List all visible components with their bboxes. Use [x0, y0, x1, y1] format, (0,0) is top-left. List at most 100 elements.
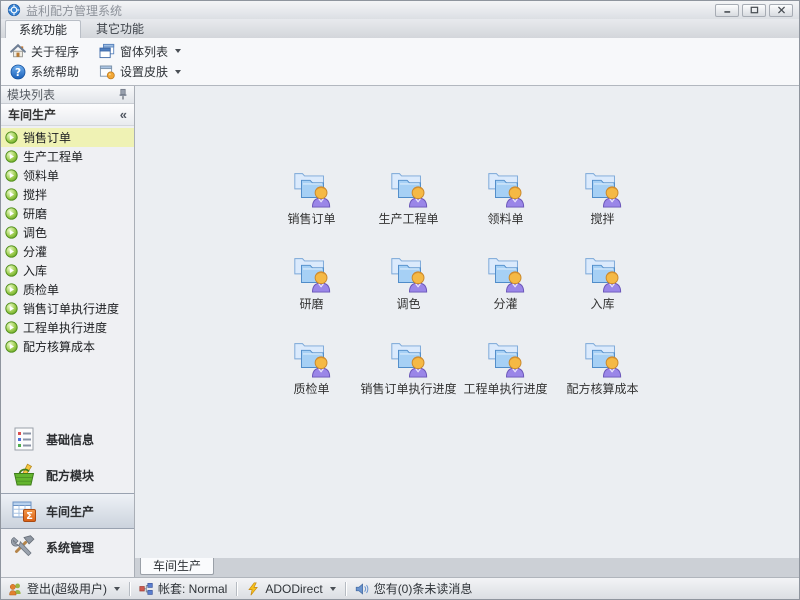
- sidebar-sections: 基础信息 配方模块 车间生产 系统管理: [1, 421, 134, 577]
- document-tabstrip: 车间生产: [135, 558, 799, 577]
- module-panel-header: 模块列表: [1, 86, 134, 104]
- module-mixing[interactable]: 搅拌: [554, 166, 651, 251]
- system-help-button[interactable]: 系统帮助: [6, 62, 83, 81]
- table-sigma-icon: [11, 498, 37, 524]
- sidebar-item-filling[interactable]: 分灌: [1, 242, 134, 261]
- logout-button[interactable]: 登出(超级用户): [8, 580, 120, 597]
- sidebar-spacer: [1, 356, 134, 421]
- window-title: 益利配方管理系统: [26, 2, 710, 19]
- go-icon: [5, 188, 18, 201]
- module-group-header: 车间生产 «: [1, 104, 134, 126]
- folder-user-icon: [289, 251, 335, 293]
- go-icon: [5, 150, 18, 163]
- titlebar: 益利配方管理系统: [1, 1, 799, 19]
- tab-system-functions[interactable]: 系统功能: [5, 20, 81, 38]
- sidebar-item-quality-check[interactable]: 质检单: [1, 280, 134, 299]
- tab-other-functions[interactable]: 其它功能: [83, 20, 157, 38]
- about-program-button[interactable]: 关于程序: [6, 42, 83, 61]
- dropdown-caret-icon: [114, 587, 120, 591]
- skin-icon: [99, 64, 115, 80]
- account-set-indicator: 帐套: Normal: [139, 580, 227, 597]
- statusbar-separator: [129, 582, 130, 596]
- go-icon: [5, 264, 18, 277]
- form-list-button[interactable]: 窗体列表: [95, 42, 185, 61]
- section-system-management[interactable]: 系统管理: [1, 529, 134, 565]
- dropdown-caret-icon: [330, 587, 336, 591]
- forms-icon: [99, 43, 115, 59]
- document-tab-workshop-production[interactable]: 车间生产: [140, 558, 214, 575]
- sidebar-item-formula-cost[interactable]: 配方核算成本: [1, 337, 134, 356]
- go-icon: [5, 302, 18, 315]
- dropdown-caret-icon: [175, 49, 181, 53]
- folder-user-icon: [580, 166, 626, 208]
- module-tinting[interactable]: 调色: [360, 251, 457, 336]
- folder-user-icon: [386, 251, 432, 293]
- toolbar-row-1: 关于程序 窗体列表: [6, 42, 794, 61]
- module-shortcut-grid: 销售订单 生产工程单 领料单 搅拌 研磨 调色 分灌 入库 质检单 销售订单执行…: [135, 86, 799, 558]
- maximize-icon: [750, 6, 759, 14]
- module-material-request[interactable]: 领料单: [457, 166, 554, 251]
- section-formula-module[interactable]: 配方模块: [1, 457, 134, 493]
- go-icon: [5, 245, 18, 258]
- section-basic-info[interactable]: 基础信息: [1, 421, 134, 457]
- module-filling[interactable]: 分灌: [457, 251, 554, 336]
- module-engineering-order-progress[interactable]: 工程单执行进度: [457, 336, 554, 421]
- module-grinding[interactable]: 研磨: [263, 251, 360, 336]
- sidebar-item-warehousing[interactable]: 入库: [1, 261, 134, 280]
- folder-user-icon: [289, 336, 335, 378]
- app-logo-icon: [7, 3, 21, 17]
- system-help-label: 系统帮助: [31, 63, 79, 80]
- close-icon: [777, 6, 786, 14]
- go-icon: [5, 169, 18, 182]
- unread-messages-indicator[interactable]: 您有(0)条未读消息: [355, 580, 473, 597]
- sidebar-item-sales-order-progress[interactable]: 销售订单执行进度: [1, 299, 134, 318]
- account-link-icon: [139, 582, 153, 596]
- module-group-title: 车间生产: [8, 106, 56, 123]
- app-window: 益利配方管理系统 系统功能 其它功能 关于程序 窗体列表 系统帮助: [0, 0, 800, 600]
- collapse-chevron-icon[interactable]: «: [120, 108, 127, 121]
- basket-icon: [11, 462, 37, 488]
- go-icon: [5, 283, 18, 296]
- folder-user-icon: [386, 166, 432, 208]
- statusbar-separator: [236, 582, 237, 596]
- module-quality-check[interactable]: 质检单: [263, 336, 360, 421]
- folder-user-icon: [483, 251, 529, 293]
- sidebar-item-tinting[interactable]: 调色: [1, 223, 134, 242]
- go-icon: [5, 340, 18, 353]
- sidebar-item-material-request[interactable]: 领料单: [1, 166, 134, 185]
- sidebar-item-mixing[interactable]: 搅拌: [1, 185, 134, 204]
- module-panel-title: 模块列表: [7, 86, 55, 103]
- ribbon-tabstrip: 系统功能 其它功能: [1, 19, 799, 38]
- content-area: 模块列表 车间生产 « 销售订单 生产工程单 领料单 搅拌 研磨 调色 分灌 入…: [1, 86, 799, 577]
- sidebar-item-grinding[interactable]: 研磨: [1, 204, 134, 223]
- about-program-label: 关于程序: [31, 43, 79, 60]
- sidebar-item-engineering-order-progress[interactable]: 工程单执行进度: [1, 318, 134, 337]
- go-icon: [5, 207, 18, 220]
- minimize-icon: [723, 6, 732, 14]
- maximize-button[interactable]: [742, 4, 766, 17]
- module-formula-cost[interactable]: 配方核算成本: [554, 336, 651, 421]
- sidebar-item-sales-order[interactable]: 销售订单: [1, 128, 134, 147]
- dropdown-caret-icon: [175, 70, 181, 74]
- module-production-order[interactable]: 生产工程单: [360, 166, 457, 251]
- sidebar-item-production-order[interactable]: 生产工程单: [1, 147, 134, 166]
- module-list: 销售订单 生产工程单 领料单 搅拌 研磨 调色 分灌 入库 质检单 销售订单执行…: [1, 126, 134, 356]
- module-warehousing[interactable]: 入库: [554, 251, 651, 336]
- form-list-label: 窗体列表: [120, 43, 168, 60]
- go-icon: [5, 321, 18, 334]
- minimize-button[interactable]: [715, 4, 739, 17]
- module-sales-order-progress[interactable]: 销售订单执行进度: [360, 336, 457, 421]
- ado-direct-button[interactable]: ADODirect: [246, 582, 335, 596]
- pin-icon[interactable]: [118, 88, 128, 101]
- section-workshop-production[interactable]: 车间生产: [1, 493, 134, 529]
- set-skin-label: 设置皮肤: [120, 63, 168, 80]
- list-icon: [11, 426, 37, 452]
- set-skin-button[interactable]: 设置皮肤: [95, 62, 185, 81]
- lightning-bolt-icon: [246, 582, 260, 596]
- module-sales-order[interactable]: 销售订单: [263, 166, 360, 251]
- home-icon: [10, 43, 26, 59]
- close-button[interactable]: [769, 4, 793, 17]
- go-icon: [5, 226, 18, 239]
- main-area: 销售订单 生产工程单 领料单 搅拌 研磨 调色 分灌 入库 质检单 销售订单执行…: [135, 86, 799, 577]
- users-icon: [8, 582, 22, 596]
